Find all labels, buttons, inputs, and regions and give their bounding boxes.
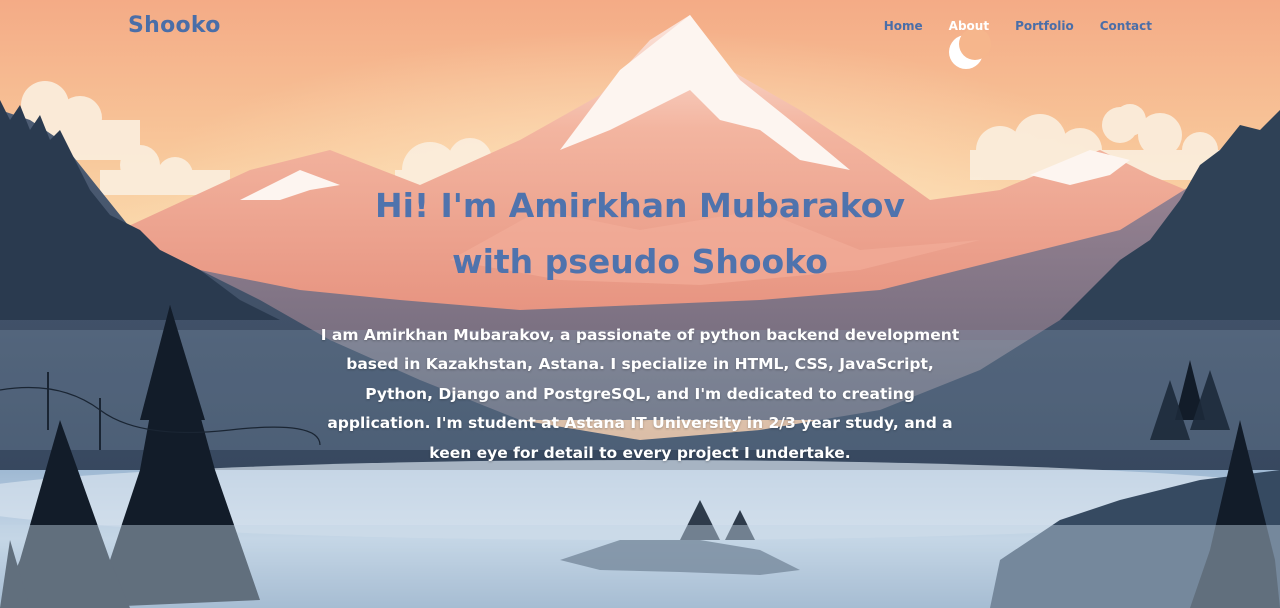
nav-links: Home About Portfolio Contact <box>884 19 1152 33</box>
hero-bio-text: I am Amirkhan Mubarakov, a passionate of… <box>320 326 960 462</box>
nav-about-link[interactable]: About <box>949 19 989 33</box>
hero-title-line-1: Hi! I'm Amirkhan Mubarakov <box>375 186 905 225</box>
hero-section: Hi! I'm Amirkhan Mubarakov with pseudo S… <box>0 178 1280 290</box>
nav-portfolio-link[interactable]: Portfolio <box>1015 19 1074 33</box>
nav-home-link[interactable]: Home <box>884 19 923 33</box>
nav-contact-link[interactable]: Contact <box>1100 19 1152 33</box>
hero-title: Hi! I'm Amirkhan Mubarakov with pseudo S… <box>0 178 1280 290</box>
top-navbar: Shooko Home About Portfolio Contact <box>0 0 1280 54</box>
background-landscape <box>0 0 1280 608</box>
hero-title-line-2: with pseudo Shooko <box>452 242 828 281</box>
brand-logo[interactable]: Shooko <box>128 13 221 38</box>
